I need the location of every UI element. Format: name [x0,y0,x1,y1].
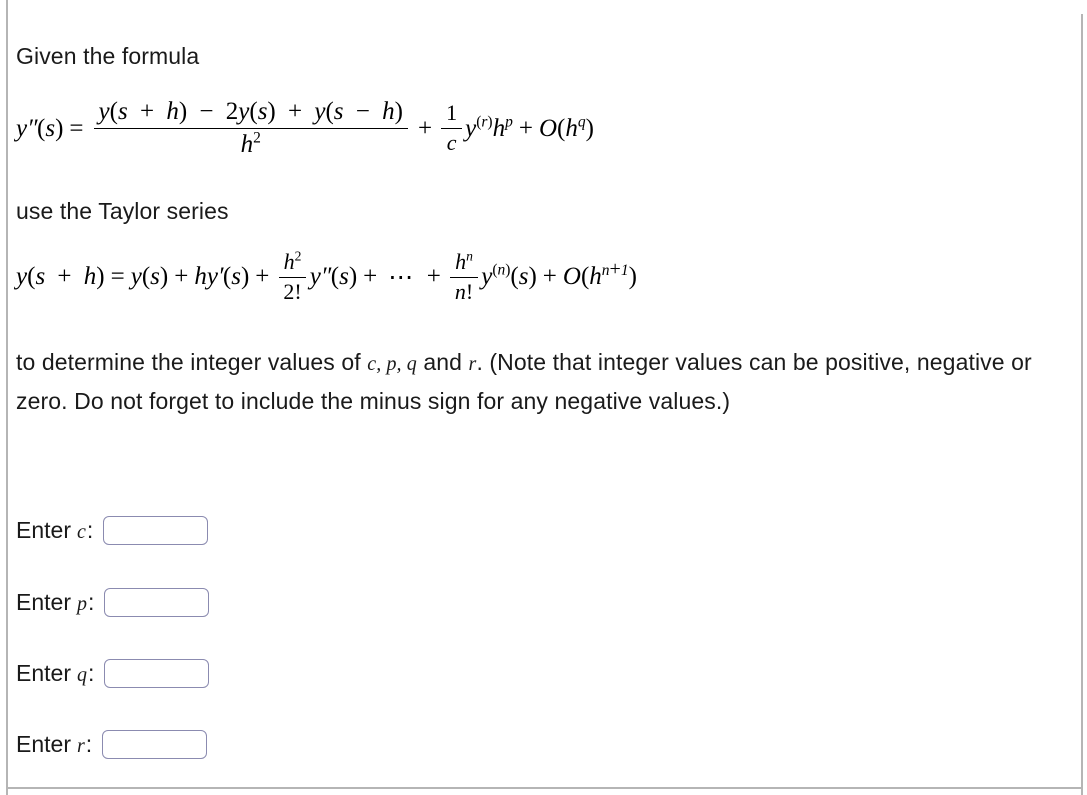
answer-row-r: Enter r : [16,727,208,761]
answer-input-q[interactable] [104,658,210,688]
eq2-plus-1: + [174,263,189,291]
problem-content: Given the formula y″(s) = y(s + h) − 2y(… [14,0,1074,795]
answer-label-colon-r: : [85,730,93,757]
instructions-paragraph: to determine the integer values of c, p,… [16,344,1071,420]
eq1-error-term: O(hq) [538,113,594,142]
instructions-and: and [423,349,463,375]
answer-row-c: Enter c : [16,513,209,547]
answer-label-word-q: Enter [16,659,71,686]
answer-label-variable-r: r [76,734,85,757]
answer-row-p: Enter p : [16,585,210,619]
eq2-term-2: hy′(s) [194,263,250,291]
use-taylor-heading: use the Taylor series [16,198,229,224]
instructions-variables: c, p, q [367,353,417,375]
eq1-coeff-denominator: c [446,130,457,155]
answer-label-p: Enter p : [16,589,94,616]
eq1-derivative-term: y(r)hp [465,113,513,142]
answer-label-word-p: Enter [16,588,71,615]
given-formula-heading: Given the formula [16,43,200,69]
eq2-term3-denominator: 2! [283,278,302,304]
eq2-lhs: y(s + h) [16,263,105,291]
eq2-term3-numerator: h2 [278,249,307,278]
eq2-termn-factor: y(n)(s) [481,261,537,291]
eq2-error-term: O(hn+1) [562,257,637,291]
eq1-plus-1: + [417,114,433,142]
answer-label-colon-c: : [86,516,94,543]
eq1-equals: = [69,114,84,142]
eq2-plus-3: + [363,263,378,291]
eq2-plus-4: + [426,263,441,291]
eq2-plus-2: + [255,263,270,291]
frame-rule-right [1081,14,1083,795]
eq1-main-fraction: y(s + h) − 2y(s) + y(s − h) h2 [93,98,408,159]
answer-label-colon-p: : [87,588,95,615]
eq1-fraction-denominator: h2 [240,129,261,158]
answer-input-r[interactable] [102,729,208,759]
eq2-termn-denominator: n! [454,278,474,304]
eq2-termn-fraction: hn n! [450,249,478,304]
answer-label-variable-c: c [76,520,86,543]
answer-row-q: Enter q : [16,656,210,690]
eq1-fraction-numerator: y(s + h) − 2y(s) + y(s − h) [93,98,408,129]
answer-label-q: Enter q : [16,660,94,687]
answer-input-c[interactable] [103,515,209,545]
answer-label-word-r: Enter [16,730,71,757]
eq2-ellipsis: ⋯ [388,264,416,292]
answer-label-word-c: Enter [16,516,71,543]
eq2-term3-fraction: h2 2! [278,249,307,304]
answer-input-p[interactable] [104,587,210,617]
answer-label-c: Enter c : [16,517,93,544]
frame-rule-left [6,0,8,795]
eq1-lhs: y″(s) [16,114,64,142]
answer-label-variable-p: p [76,592,87,615]
eq2-termn-numerator: hn [450,249,478,278]
answer-label-variable-q: q [76,663,87,686]
eq1-coefficient-fraction: 1 c [441,101,463,155]
instructions-part-1: to determine the integer values of [16,349,361,375]
equation-central-difference: y″(s) = y(s + h) − 2y(s) + y(s − h) h2 +… [16,98,594,159]
eq1-coeff-numerator: 1 [441,101,463,129]
answer-label-r: Enter r : [16,731,92,758]
eq2-term-1: y(s) [130,263,169,291]
eq2-equals: = [110,263,125,291]
eq2-term3-factor: y″(s) [309,263,358,291]
eq2-plus-5: + [542,263,557,291]
page-frame: Given the formula y″(s) = y(s + h) − 2y(… [0,0,1087,795]
equation-taylor-series: y(s + h) = y(s) + hy′(s) + h2 2! y″(s) +… [16,249,637,304]
eq1-plus-2: + [518,114,533,142]
answer-label-colon-q: : [87,659,95,686]
